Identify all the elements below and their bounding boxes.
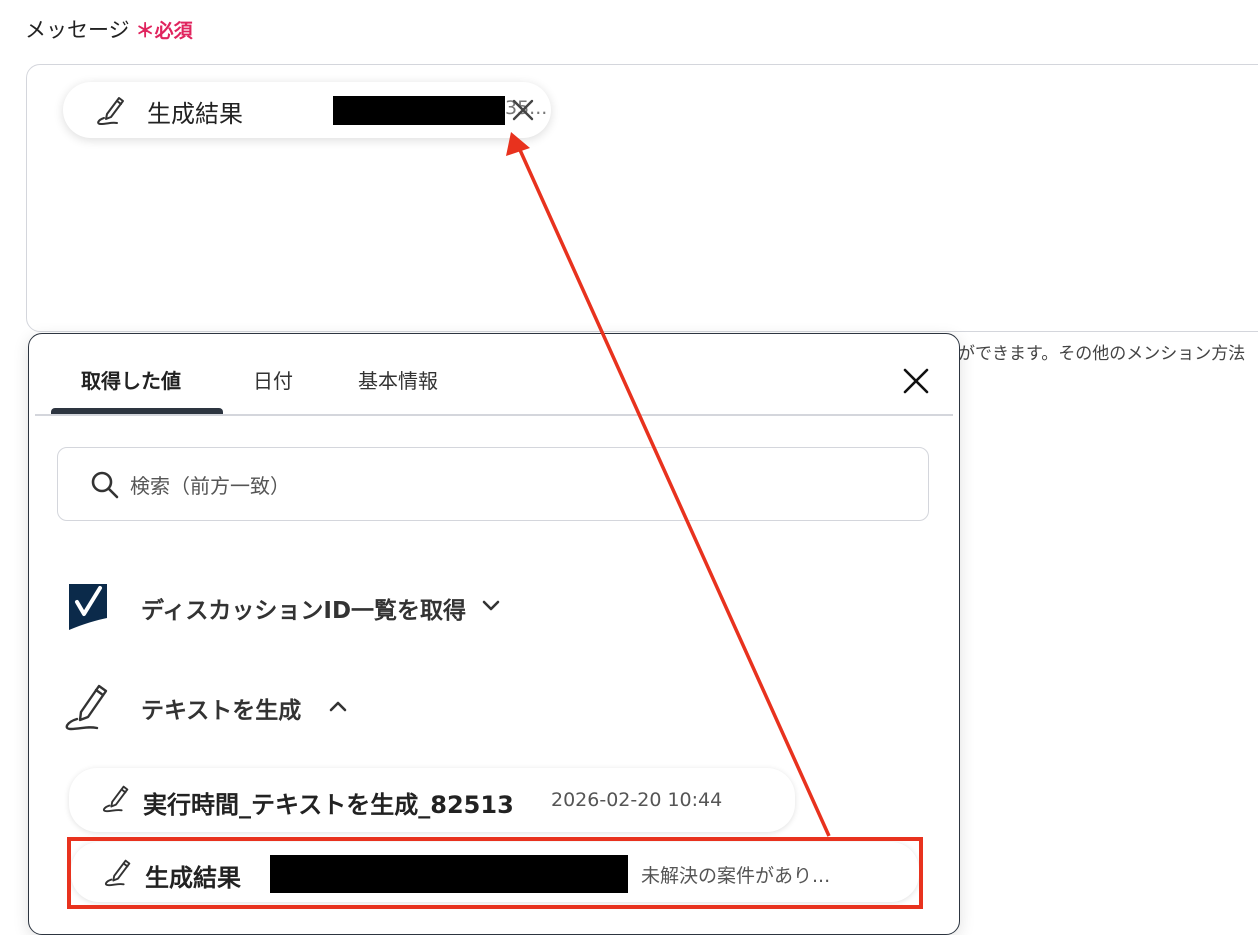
annotation-arrow (506, 132, 831, 837)
